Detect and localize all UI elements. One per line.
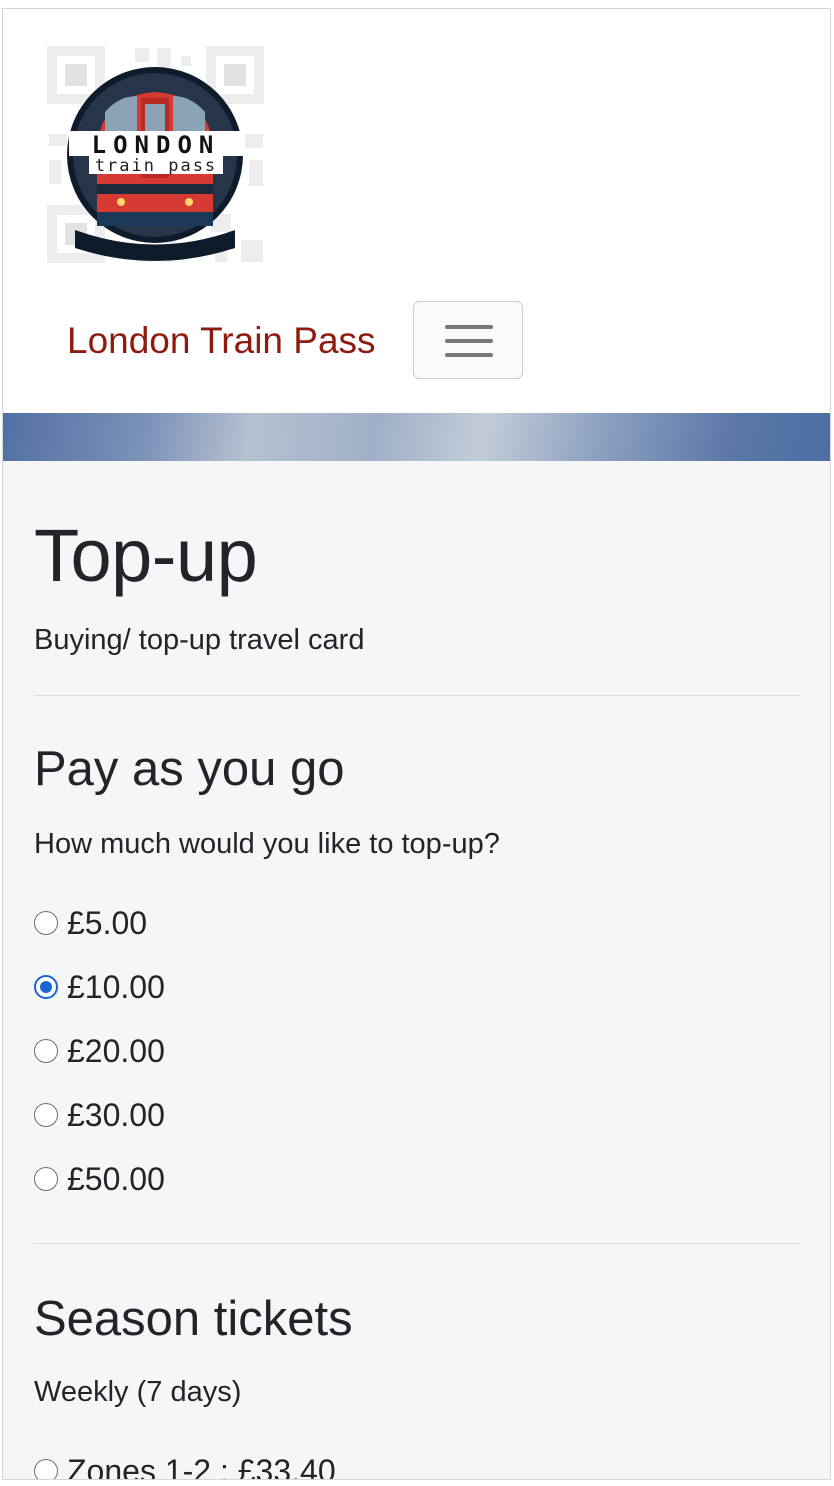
payg-option-5[interactable]: £5.00: [34, 903, 147, 943]
divider: [34, 695, 800, 696]
radio-button[interactable]: [34, 911, 58, 935]
radio-button-selected[interactable]: [34, 975, 58, 999]
payg-option-20[interactable]: £20.00: [34, 1031, 165, 1071]
payg-option-30[interactable]: £30.00: [34, 1095, 165, 1135]
radio-button[interactable]: [34, 1103, 58, 1127]
payg-option-label: £5.00: [67, 905, 148, 941]
payg-option-label: £30.00: [67, 1097, 165, 1133]
season-heading: Season tickets: [34, 1292, 353, 1346]
logo-text-london: LONDON: [92, 131, 221, 159]
navbar-toggler-button[interactable]: [413, 301, 523, 379]
brand-link[interactable]: London Train Pass: [67, 317, 376, 365]
london-train-pass-logo: LONDON train pass: [47, 46, 264, 263]
logo-link[interactable]: LONDON train pass: [35, 34, 276, 275]
radio-button[interactable]: [34, 1167, 58, 1191]
logo-text-train-pass: train pass: [95, 156, 217, 176]
payg-heading: Pay as you go: [34, 742, 345, 796]
payg-option-10[interactable]: £10.00: [34, 967, 165, 1007]
page-title: Top-up: [34, 514, 258, 597]
payg-question: How much would you like to top-up?: [34, 828, 500, 860]
payg-option-label: £50.00: [67, 1161, 165, 1197]
payg-option-label: £20.00: [67, 1033, 165, 1069]
navbar: LONDON train pass London Train Pass: [3, 9, 830, 413]
main-content: Top-up Buying/ top-up travel card Pay as…: [3, 461, 830, 1479]
radio-button[interactable]: [34, 1459, 58, 1479]
browser-viewport: LONDON train pass London Train Pass Top-…: [2, 8, 831, 1480]
payg-option-50[interactable]: £50.00: [34, 1159, 165, 1199]
season-option-label: Zones 1-2 : £33.40: [67, 1453, 336, 1480]
divider: [34, 1243, 800, 1244]
season-subheading: Weekly (7 days): [34, 1376, 242, 1408]
page-lead: Buying/ top-up travel card: [34, 624, 365, 656]
radio-button[interactable]: [34, 1039, 58, 1063]
hero-banner-image: [3, 413, 830, 461]
season-option-zones-1-2[interactable]: Zones 1-2 : £33.40: [34, 1451, 336, 1480]
payg-option-label: £10.00: [67, 969, 165, 1005]
